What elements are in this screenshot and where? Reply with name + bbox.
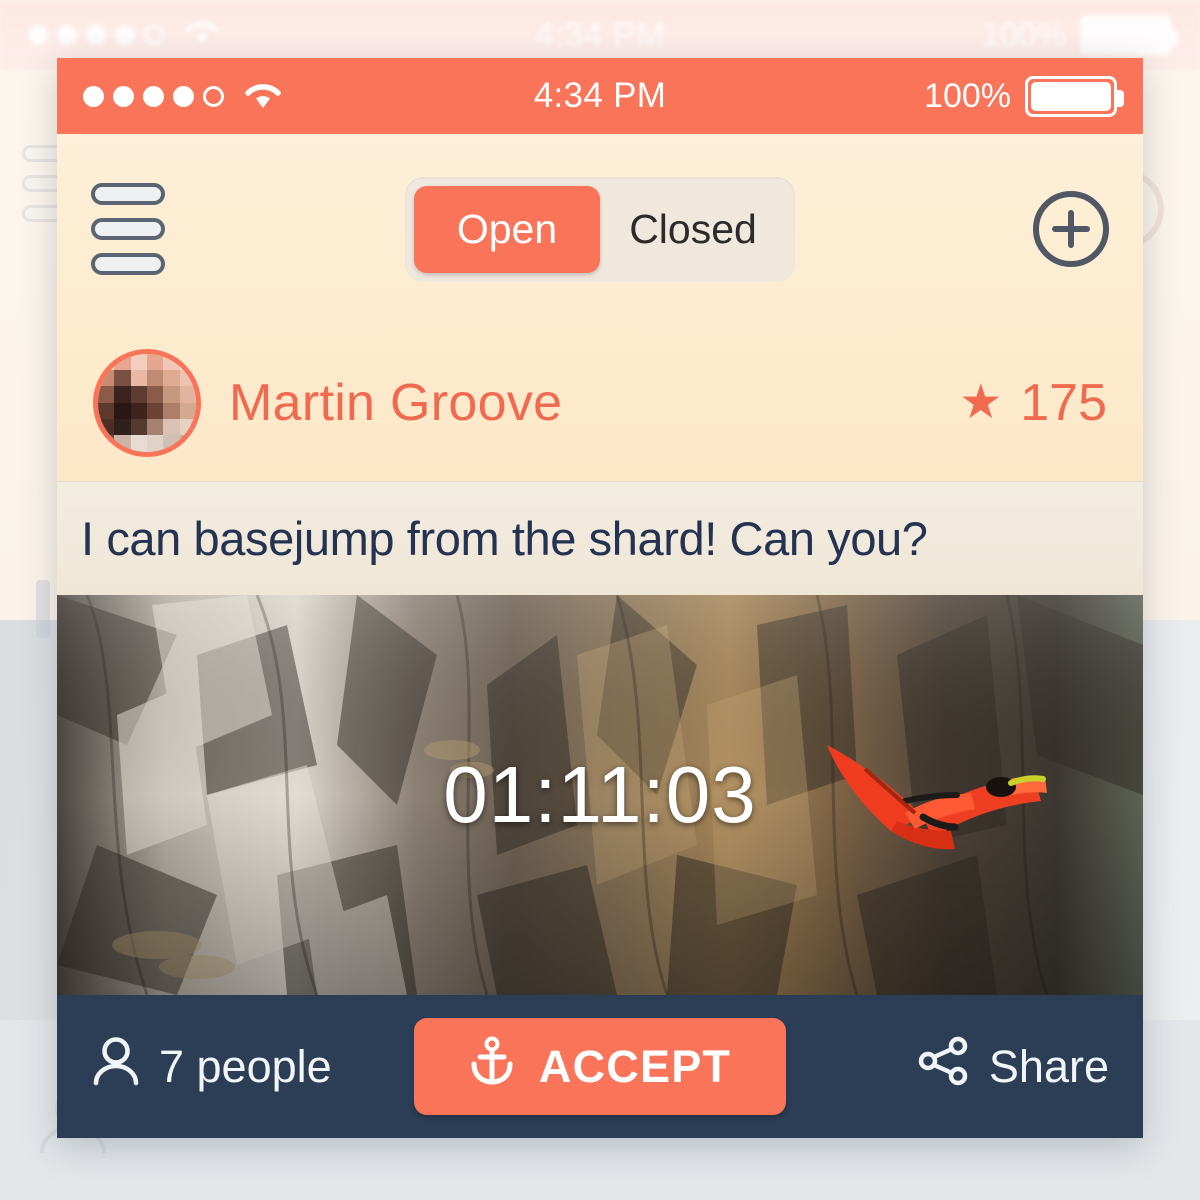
segment-open[interactable]: Open	[414, 185, 600, 273]
status-bar: 4:34 PM 100%	[57, 58, 1143, 134]
person-icon	[91, 1035, 141, 1098]
share-button[interactable]: Share	[917, 1036, 1109, 1097]
anchor-icon	[469, 1036, 515, 1097]
user-header-row: Martin Groove ★ 175	[57, 324, 1143, 481]
background-battery-icon	[1080, 15, 1178, 55]
open-closed-segmented-control[interactable]: Open Closed	[405, 176, 795, 282]
participants-label: 7 people	[159, 1040, 332, 1092]
hamburger-menu-icon[interactable]	[91, 183, 165, 275]
countdown-timer: 01:11:03	[443, 750, 757, 839]
accept-button[interactable]: ACCEPT	[414, 1018, 786, 1115]
accept-label: ACCEPT	[538, 1040, 732, 1092]
star-icon: ★	[959, 375, 1003, 429]
user-name: Martin Groove	[229, 373, 563, 432]
avatar-pixelated-image	[98, 353, 196, 452]
challenge-message: I can basejump from the shard! Can you?	[57, 481, 1143, 595]
action-bar: 7 people ACCEPT Share	[57, 995, 1143, 1138]
battery-full-icon	[1025, 75, 1124, 117]
status-bar-right-group: 100%	[924, 75, 1124, 117]
phone-screen-card: 4:34 PM 100% Open Closed Martin Groove ★…	[57, 58, 1143, 1138]
avatar[interactable]	[93, 348, 201, 457]
participants-button[interactable]: 7 people	[91, 1035, 332, 1098]
share-label: Share	[988, 1040, 1109, 1092]
score-badge: ★ 175	[959, 373, 1107, 433]
plus-circle-icon[interactable]	[1033, 191, 1109, 267]
challenge-photo[interactable]: 01:11:03	[57, 595, 1143, 995]
background-clock: 4:34 PM	[534, 15, 666, 54]
segment-closed[interactable]: Closed	[600, 186, 786, 273]
share-nodes-icon	[917, 1036, 971, 1097]
score-value: 175	[1020, 373, 1107, 432]
background-divider-mark	[36, 580, 50, 638]
top-toolbar: Open Closed	[57, 134, 1143, 324]
battery-percent-label: 100%	[924, 76, 1011, 115]
